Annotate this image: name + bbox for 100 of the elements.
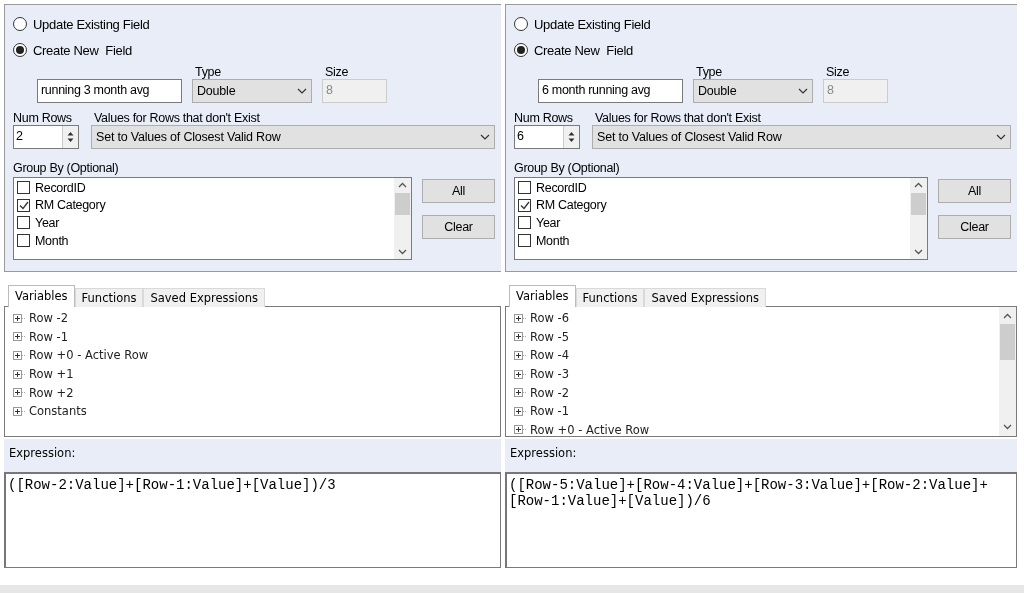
tree-item[interactable]: Row -4: [530, 348, 570, 363]
scroll-down-icon[interactable]: [1003, 424, 1012, 430]
expand-icon[interactable]: [514, 388, 527, 398]
radio-button[interactable]: [13, 17, 27, 31]
field-name-input[interactable]: 6 month running avg: [538, 79, 683, 103]
tree-item[interactable]: Constants: [29, 404, 87, 419]
scroll-thumb[interactable]: [1000, 324, 1015, 360]
checkbox[interactable]: [17, 181, 30, 195]
field-name-input[interactable]: running 3 month avg: [37, 79, 182, 103]
scroll-up-icon[interactable]: [1003, 313, 1012, 319]
size-label: Size: [325, 65, 350, 79]
tree-item[interactable]: Row -2: [29, 311, 69, 326]
list-button[interactable]: Clear: [422, 215, 495, 239]
size-label: Size: [826, 65, 851, 79]
checkbox[interactable]: [518, 234, 531, 248]
tree-item[interactable]: Row -5: [530, 329, 570, 344]
spin-arrows-icon: [67, 131, 74, 143]
list-button[interactable]: All: [422, 179, 495, 203]
scrollbar[interactable]: [999, 307, 1016, 436]
expand-icon[interactable]: [514, 313, 527, 323]
num-rows-label: Num Rows: [13, 111, 73, 125]
expand-icon[interactable]: [514, 369, 527, 379]
scrollbar[interactable]: [910, 178, 927, 259]
checkbox-label: Year: [536, 216, 561, 230]
dropdown-caret-icon: [297, 88, 307, 94]
checkbox[interactable]: [518, 181, 531, 195]
tab[interactable]: Variables: [8, 285, 75, 307]
tree-item[interactable]: Row -2: [530, 385, 570, 400]
radio-button[interactable]: [514, 43, 528, 57]
dropdown-caret-icon: [798, 88, 808, 94]
scroll-up-icon[interactable]: [914, 182, 923, 188]
spin-arrows-icon: [568, 131, 575, 143]
tab[interactable]: Functions: [74, 288, 144, 307]
tree-item[interactable]: Row -1: [530, 404, 570, 419]
tree-item[interactable]: Row +0 - Active Row: [530, 422, 650, 436]
checkbox-label: Year: [35, 216, 60, 230]
radio-label: Update Existing Field: [534, 16, 651, 32]
checkbox-label: RM Category: [35, 198, 106, 213]
tree-item[interactable]: Row +2: [29, 385, 74, 400]
expand-icon[interactable]: [13, 388, 26, 398]
checkbox[interactable]: [17, 198, 30, 212]
radio-button[interactable]: [514, 17, 528, 31]
radio-label: Create New Field: [534, 42, 633, 58]
missing-rows-label: Values for Rows that don't Exist: [94, 111, 261, 125]
tab[interactable]: Functions: [575, 288, 645, 307]
dropdown-caret-icon: [480, 134, 490, 140]
expression-editor[interactable]: ([Row-5:Value]+[Row-4:Value]+[Row-3:Value]+[Row-2:Value]+[Row-1:Value]+[Value])/6: [505, 472, 1017, 568]
expand-icon[interactable]: [514, 406, 527, 416]
scrollbar[interactable]: [394, 178, 411, 259]
expand-icon[interactable]: [514, 332, 527, 342]
type-dropdown[interactable]: Double: [693, 79, 813, 103]
expression-label: Expression:: [9, 446, 76, 460]
radio-label: Create New Field: [33, 42, 132, 58]
missing-rows-label: Values for Rows that don't Exist: [595, 111, 762, 125]
expand-icon[interactable]: [514, 351, 527, 360]
expression-label: Expression:: [510, 446, 577, 460]
checkbox-label: RecordID: [35, 180, 86, 195]
scroll-thumb[interactable]: [395, 193, 410, 215]
checkbox[interactable]: [518, 216, 531, 230]
type-label: Type: [195, 65, 222, 79]
tree-item[interactable]: Row +1: [29, 367, 74, 382]
tab[interactable]: Saved Expressions: [644, 288, 767, 307]
tree-item[interactable]: Row -6: [530, 311, 570, 326]
expression-editor[interactable]: ([Row-2:Value]+[Row-1:Value]+[Value])/3: [4, 472, 501, 568]
radio-button[interactable]: [13, 43, 27, 57]
tree-item[interactable]: Row -3: [530, 367, 570, 382]
checkbox[interactable]: [518, 198, 531, 212]
scroll-up-icon[interactable]: [398, 182, 407, 188]
checkbox-label: Month: [536, 233, 570, 248]
type-label: Type: [696, 65, 723, 79]
radio-label: Update Existing Field: [33, 16, 150, 32]
checkbox-label: Month: [35, 233, 69, 248]
missing-rows-dropdown[interactable]: Set to Values of Closest Valid Row: [592, 125, 1011, 149]
scroll-down-icon[interactable]: [398, 249, 407, 255]
group-by-label: Group By (Optional): [514, 161, 620, 175]
num-rows-spinner[interactable]: 6: [514, 125, 580, 149]
group-by-label: Group By (Optional): [13, 161, 119, 175]
tab[interactable]: Variables: [509, 285, 576, 307]
type-dropdown[interactable]: Double: [192, 79, 312, 103]
tree-item[interactable]: Row -1: [29, 329, 69, 344]
missing-rows-dropdown[interactable]: Set to Values of Closest Valid Row: [91, 125, 495, 149]
checkbox[interactable]: [17, 234, 30, 248]
expand-icon[interactable]: [514, 425, 527, 435]
list-button[interactable]: All: [938, 179, 1011, 203]
tree-item[interactable]: Row +0 - Active Row: [29, 348, 149, 363]
expand-icon[interactable]: [13, 332, 26, 342]
checkbox-label: RecordID: [536, 180, 587, 195]
scroll-thumb[interactable]: [911, 193, 926, 215]
dropdown-caret-icon: [996, 134, 1006, 140]
expand-icon[interactable]: [13, 313, 26, 323]
checkbox-label: RM Category: [536, 198, 607, 213]
expand-icon[interactable]: [13, 406, 26, 416]
scroll-down-icon[interactable]: [914, 249, 923, 255]
expand-icon[interactable]: [13, 369, 26, 379]
num-rows-label: Num Rows: [514, 111, 574, 125]
num-rows-spinner[interactable]: 2: [13, 125, 79, 149]
tab[interactable]: Saved Expressions: [143, 288, 266, 307]
list-button[interactable]: Clear: [938, 215, 1011, 239]
checkbox[interactable]: [17, 216, 30, 230]
expand-icon[interactable]: [13, 351, 26, 360]
